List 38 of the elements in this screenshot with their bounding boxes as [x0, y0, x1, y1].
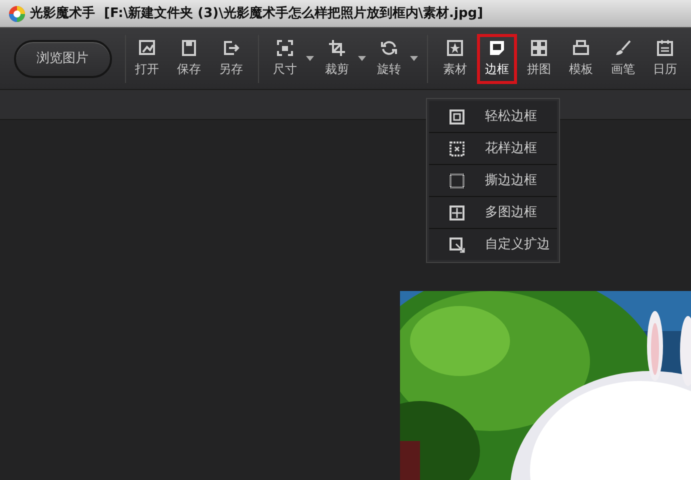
menu-item[interactable]: 撕边边框 — [429, 165, 557, 196]
toolbar-button[interactable]: 边框 — [477, 34, 517, 84]
menu-item[interactable]: 轻松边框 — [429, 101, 557, 132]
picture-frame-icon — [138, 39, 156, 57]
calendar-icon — [656, 39, 674, 57]
multi-frame-icon — [449, 204, 465, 220]
printer-icon — [572, 39, 590, 57]
caret-icon — [306, 56, 314, 61]
menu-item[interactable]: 花样边框 — [429, 133, 557, 164]
caret-icon — [410, 56, 418, 61]
toolbar-button[interactable]: 拼图 — [519, 34, 559, 84]
app-logo-icon — [8, 4, 26, 22]
toolbar-button[interactable]: 打开 — [127, 34, 167, 84]
window-title: 光影魔术手 [F:\新建文件夹 (3)\光影魔术手怎么样把照片放到框内\素材.jpg] — [30, 4, 484, 23]
toolbar-button[interactable]: 旋转 — [369, 34, 409, 84]
toolbar-button[interactable]: 保存 — [169, 34, 209, 84]
torn-frame-icon — [449, 172, 465, 188]
menu-item[interactable]: 自定义扩边 — [429, 229, 557, 260]
crop-icon — [328, 39, 346, 57]
toolbar-button[interactable]: 画笔 — [603, 34, 643, 84]
toolbar-button[interactable]: 裁剪 — [317, 34, 357, 84]
resize-icon — [276, 39, 294, 57]
frame-icon — [488, 39, 506, 57]
toolbar-button[interactable]: 日历 — [645, 34, 685, 84]
toolbar-button[interactable]: 模板 — [561, 34, 601, 84]
rotate-icon — [380, 39, 398, 57]
caret-icon — [358, 56, 366, 61]
toolbar-button[interactable]: 尺寸 — [265, 34, 305, 84]
brush-icon — [614, 39, 632, 57]
export-icon — [222, 39, 240, 57]
grid-icon — [530, 39, 548, 57]
patterned-frame-icon — [449, 140, 465, 156]
expand-frame-icon — [449, 236, 465, 252]
square-frame-icon — [449, 108, 465, 124]
toolbar-button[interactable]: 素材 — [435, 34, 475, 84]
toolbar-button[interactable]: 另存 — [211, 34, 251, 84]
menu-item[interactable]: 多图边框 — [429, 197, 557, 228]
browse-images-button[interactable]: 浏览图片 — [14, 40, 112, 78]
